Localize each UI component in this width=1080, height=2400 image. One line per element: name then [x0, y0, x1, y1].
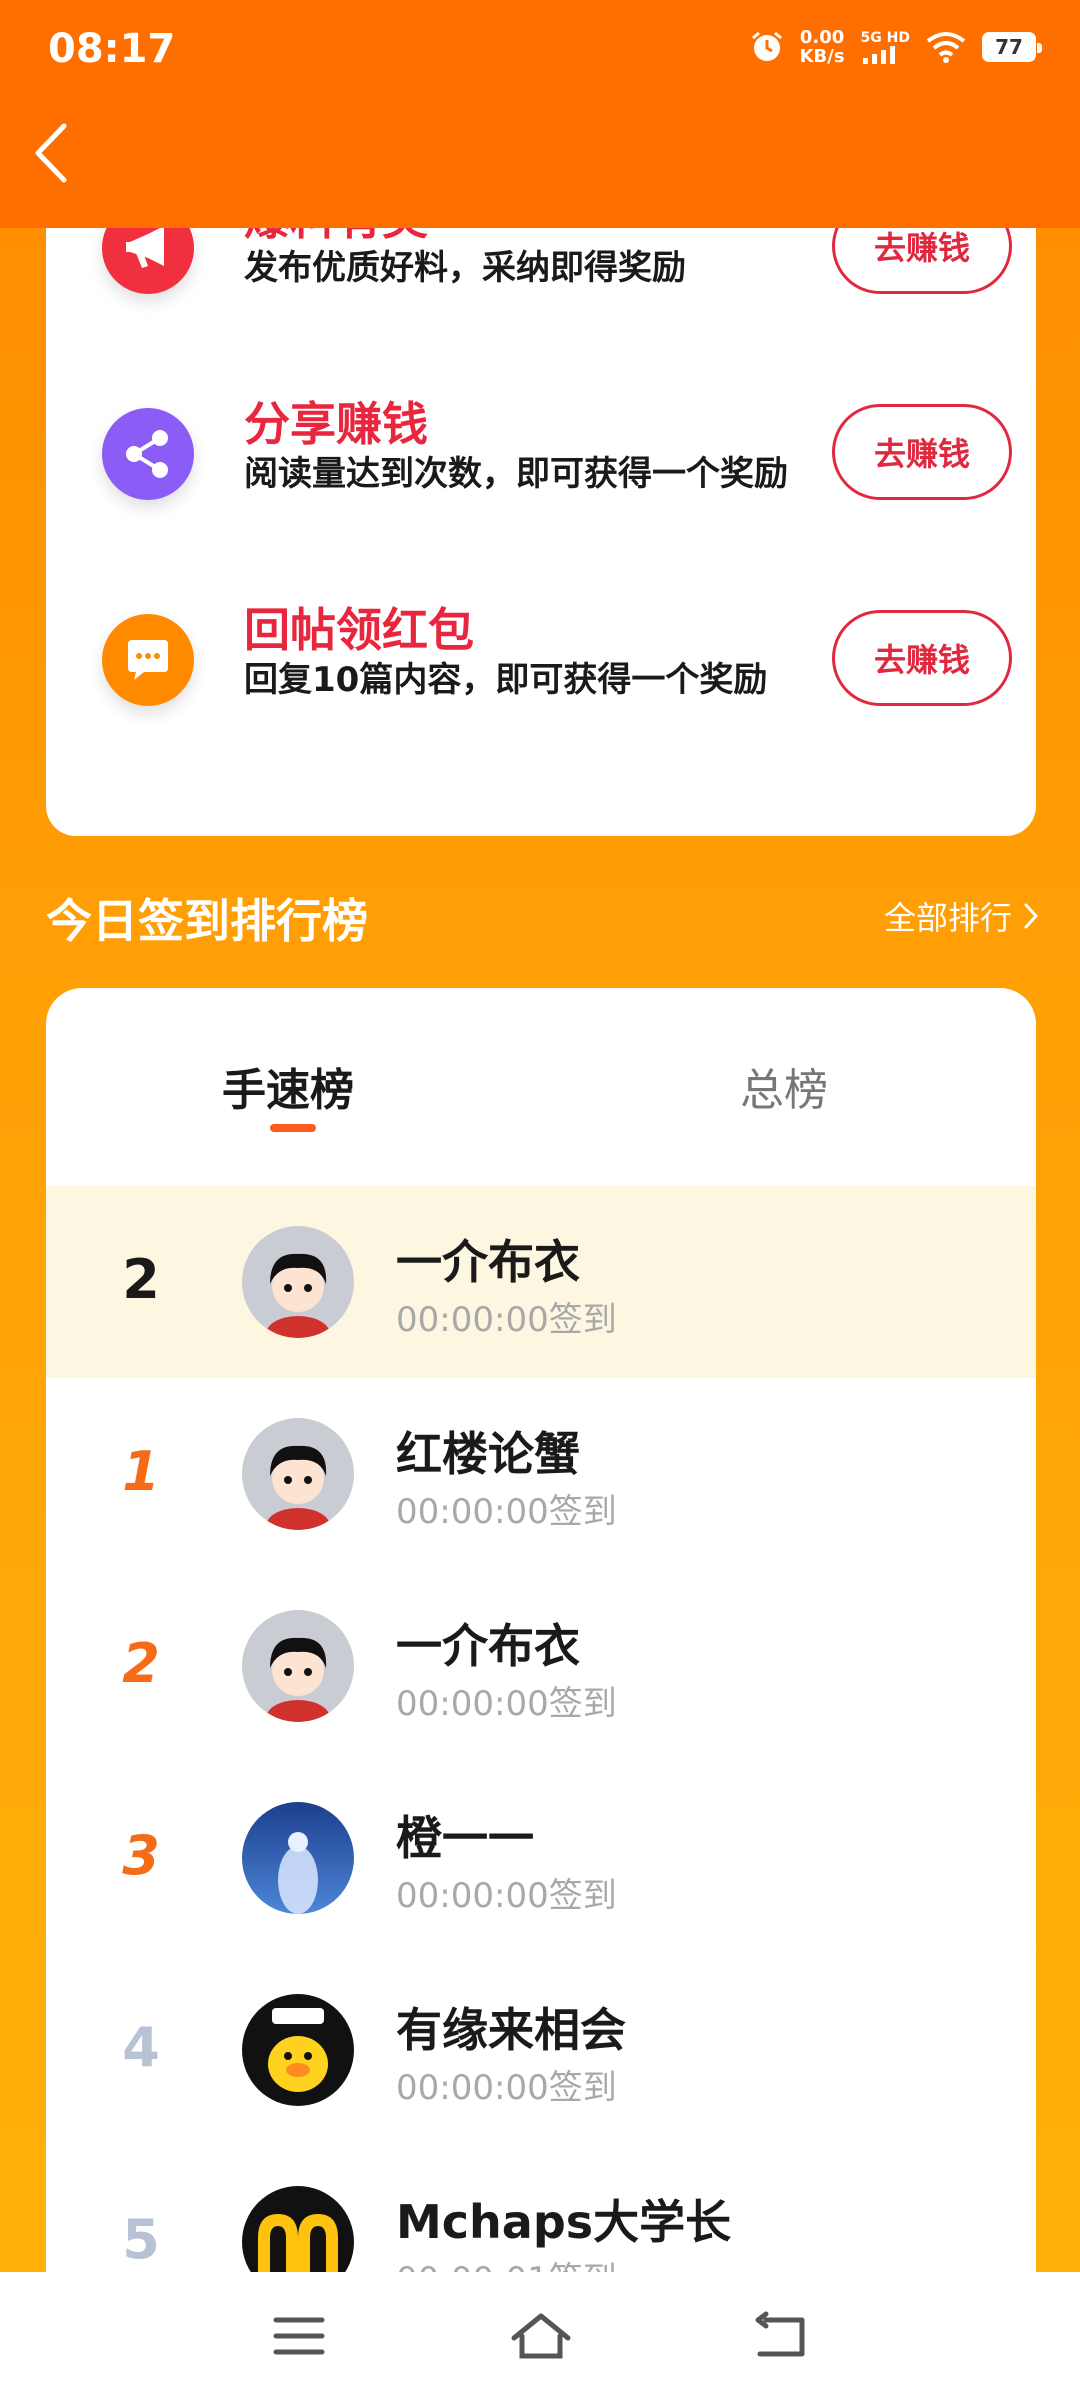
- avatar: [242, 1610, 354, 1722]
- all-ranking-label: 全部排行: [883, 899, 1012, 937]
- avatar: [242, 2186, 354, 2278]
- checkin-time: 00:00:00签到: [396, 2068, 617, 2108]
- task-desc: 回复10篇内容，即可获得一个奖励: [244, 660, 768, 700]
- ranking-title: 今日签到排行榜: [46, 894, 368, 948]
- comment-icon: [102, 614, 194, 706]
- task-desc: 发布优质好料，采纳即得奖励: [244, 248, 686, 288]
- user-name: 有缘来相会: [396, 2003, 626, 2057]
- return-icon[interactable]: [746, 2306, 816, 2366]
- system-nav-bar: [0, 2272, 1080, 2400]
- user-name: 橙一一: [396, 1811, 534, 1865]
- checkin-time: 00:00:00签到: [396, 1492, 617, 1532]
- rank-row[interactable]: 3 橙一一 00:00:00签到: [46, 1762, 1036, 1954]
- my-rank-row[interactable]: 2 一介布衣 00:00:00签到: [46, 1186, 1036, 1378]
- rank-number: 3: [122, 1824, 160, 1887]
- signal-indicator: 5G HD: [861, 30, 910, 64]
- wifi-icon: [926, 32, 966, 63]
- ranking-card: 手速榜 总榜 2 一介布衣 00:00:00签到 1 红楼论蟹 00:00:00…: [46, 988, 1036, 2278]
- checkin-time: 00:00:00签到: [396, 1876, 617, 1916]
- checkin-time: 00:00:00签到: [396, 1300, 617, 1340]
- rank-row[interactable]: 4 有缘来相会 00:00:00签到: [46, 1954, 1036, 2146]
- rank-row[interactable]: 2 一介布衣 00:00:00签到: [46, 1570, 1036, 1762]
- signal-icon: [862, 46, 895, 64]
- network-speed: 0.00 KB/s: [800, 28, 845, 66]
- task-item-share: 分享赚钱 阅读量达到次数，即可获得一个奖励 去赚钱: [46, 397, 1036, 578]
- task-title: 分享赚钱: [244, 397, 428, 451]
- avatar: [242, 1802, 354, 1914]
- rank-row[interactable]: 5 Mchaps大学长 00:00:01签到: [46, 2146, 1036, 2278]
- battery-indicator: 77: [982, 32, 1042, 62]
- earn-button[interactable]: 去赚钱: [832, 404, 1012, 500]
- tab-total[interactable]: 总榜: [740, 1054, 828, 1118]
- rank-number: 2: [122, 1632, 160, 1695]
- user-name: 一介布衣: [396, 1235, 580, 1289]
- home-icon[interactable]: [506, 2306, 576, 2366]
- avatar: [242, 1418, 354, 1530]
- avatar: [242, 1994, 354, 2106]
- rank-number: 4: [122, 2016, 160, 2079]
- rank-row[interactable]: 1 红楼论蟹 00:00:00签到: [46, 1378, 1036, 1570]
- rank-number: 1: [122, 1440, 160, 1503]
- user-name: 红楼论蟹: [396, 1427, 580, 1481]
- menu-icon[interactable]: [264, 2306, 334, 2366]
- chevron-right-icon: [1024, 903, 1039, 929]
- tab-speed[interactable]: 手速榜: [222, 1054, 354, 1118]
- alarm-icon: [751, 31, 782, 61]
- task-item-reply: 回帖领红包 回复10篇内容，即可获得一个奖励 去赚钱: [46, 603, 1036, 784]
- task-desc: 阅读量达到次数，即可获得一个奖励: [244, 454, 788, 494]
- avatar: [242, 1226, 354, 1338]
- user-name: 一介布衣: [396, 1619, 580, 1673]
- rank-number: 5: [122, 2208, 160, 2271]
- user-name: Mchaps大学长: [396, 2195, 732, 2249]
- network-type: 5G HD: [860, 30, 910, 46]
- back-icon[interactable]: [24, 118, 84, 188]
- speed-value: 0.00: [799, 27, 845, 48]
- speed-unit: KB/s: [799, 46, 845, 67]
- earn-button[interactable]: 去赚钱: [832, 610, 1012, 706]
- task-item-baoliao: 爆料有奖 发布优质好料，采纳即得奖励 去赚钱: [46, 191, 1036, 372]
- share-icon: [102, 408, 194, 500]
- rank-number: 2: [122, 1248, 160, 1311]
- status-time: 08:17: [48, 26, 176, 72]
- header-bar: 08:17 0.00 KB/s 5G HD 77: [0, 0, 1080, 228]
- task-title: 回帖领红包: [244, 603, 474, 657]
- tab-indicator: [270, 1124, 316, 1132]
- status-icons: 0.00 KB/s 5G HD 77: [750, 28, 1042, 66]
- task-card: 爆料有奖 发布优质好料，采纳即得奖励 去赚钱 分享赚钱 阅读量达到次数，即可获得…: [46, 160, 1036, 836]
- all-ranking-link[interactable]: 全部排行: [884, 893, 1040, 939]
- checkin-time: 00:00:00签到: [396, 1684, 617, 1724]
